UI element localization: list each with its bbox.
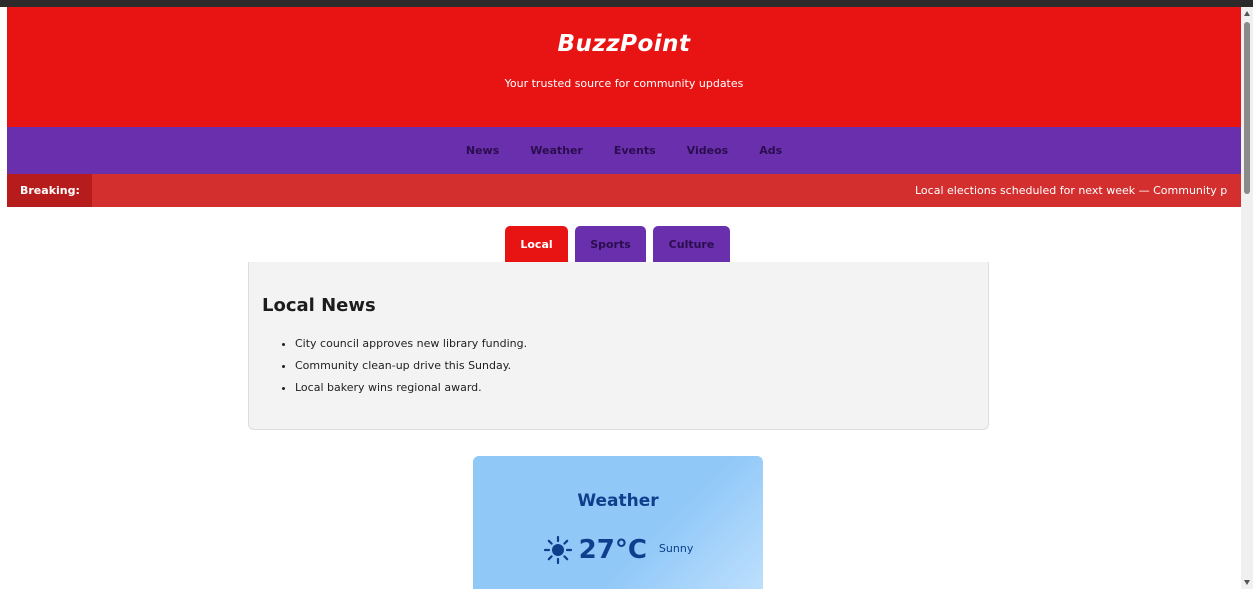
tab-sports[interactable]: Sports [575, 226, 646, 262]
news-panel-title: Local News [262, 295, 376, 316]
nav-link-videos[interactable]: Videos [687, 144, 729, 157]
weather-summary: 27°C Sunny [473, 535, 763, 565]
vertical-scrollbar[interactable] [1241, 7, 1253, 589]
scroll-up-arrow-icon[interactable] [1244, 11, 1250, 16]
nav-link-weather[interactable]: Weather [530, 144, 583, 157]
scrollbar-thumb[interactable] [1244, 22, 1250, 194]
browser-top-border [0, 0, 1253, 7]
local-news-panel: Local News City council approves new lib… [248, 262, 989, 430]
tab-local[interactable]: Local [505, 226, 568, 262]
weather-condition: Sunny [658, 541, 694, 555]
nav-link-news[interactable]: News [466, 144, 499, 157]
list-item: City council approves new library fundin… [295, 333, 975, 355]
news-list: City council approves new library fundin… [262, 333, 975, 399]
site-header: BuzzPoint Your trusted source for commun… [7, 7, 1241, 127]
site-tagline: Your trusted source for community update… [504, 77, 744, 90]
news-tabs: Local Sports Culture [505, 226, 730, 262]
tab-culture[interactable]: Culture [653, 226, 730, 262]
list-item: Local bakery wins regional award. [295, 377, 975, 399]
breaking-ticker-text[interactable]: Local elections scheduled for next week … [915, 174, 1227, 207]
weather-card: Weather 27°C Sunny [473, 456, 763, 589]
nav-link-ads[interactable]: Ads [759, 144, 782, 157]
breaking-label: Breaking: [7, 174, 92, 207]
breaking-news-bar: Breaking: Local elections scheduled for … [7, 174, 1241, 207]
main-nav: News Weather Events Videos Ads [7, 127, 1241, 174]
scroll-down-arrow-icon[interactable] [1244, 580, 1250, 585]
site-title: BuzzPoint [557, 31, 691, 57]
nav-link-events[interactable]: Events [614, 144, 656, 157]
weather-temperature: 27°C [578, 535, 647, 565]
list-item: Community clean-up drive this Sunday. [295, 355, 975, 377]
weather-title: Weather [577, 491, 659, 511]
sun-icon [543, 535, 573, 565]
